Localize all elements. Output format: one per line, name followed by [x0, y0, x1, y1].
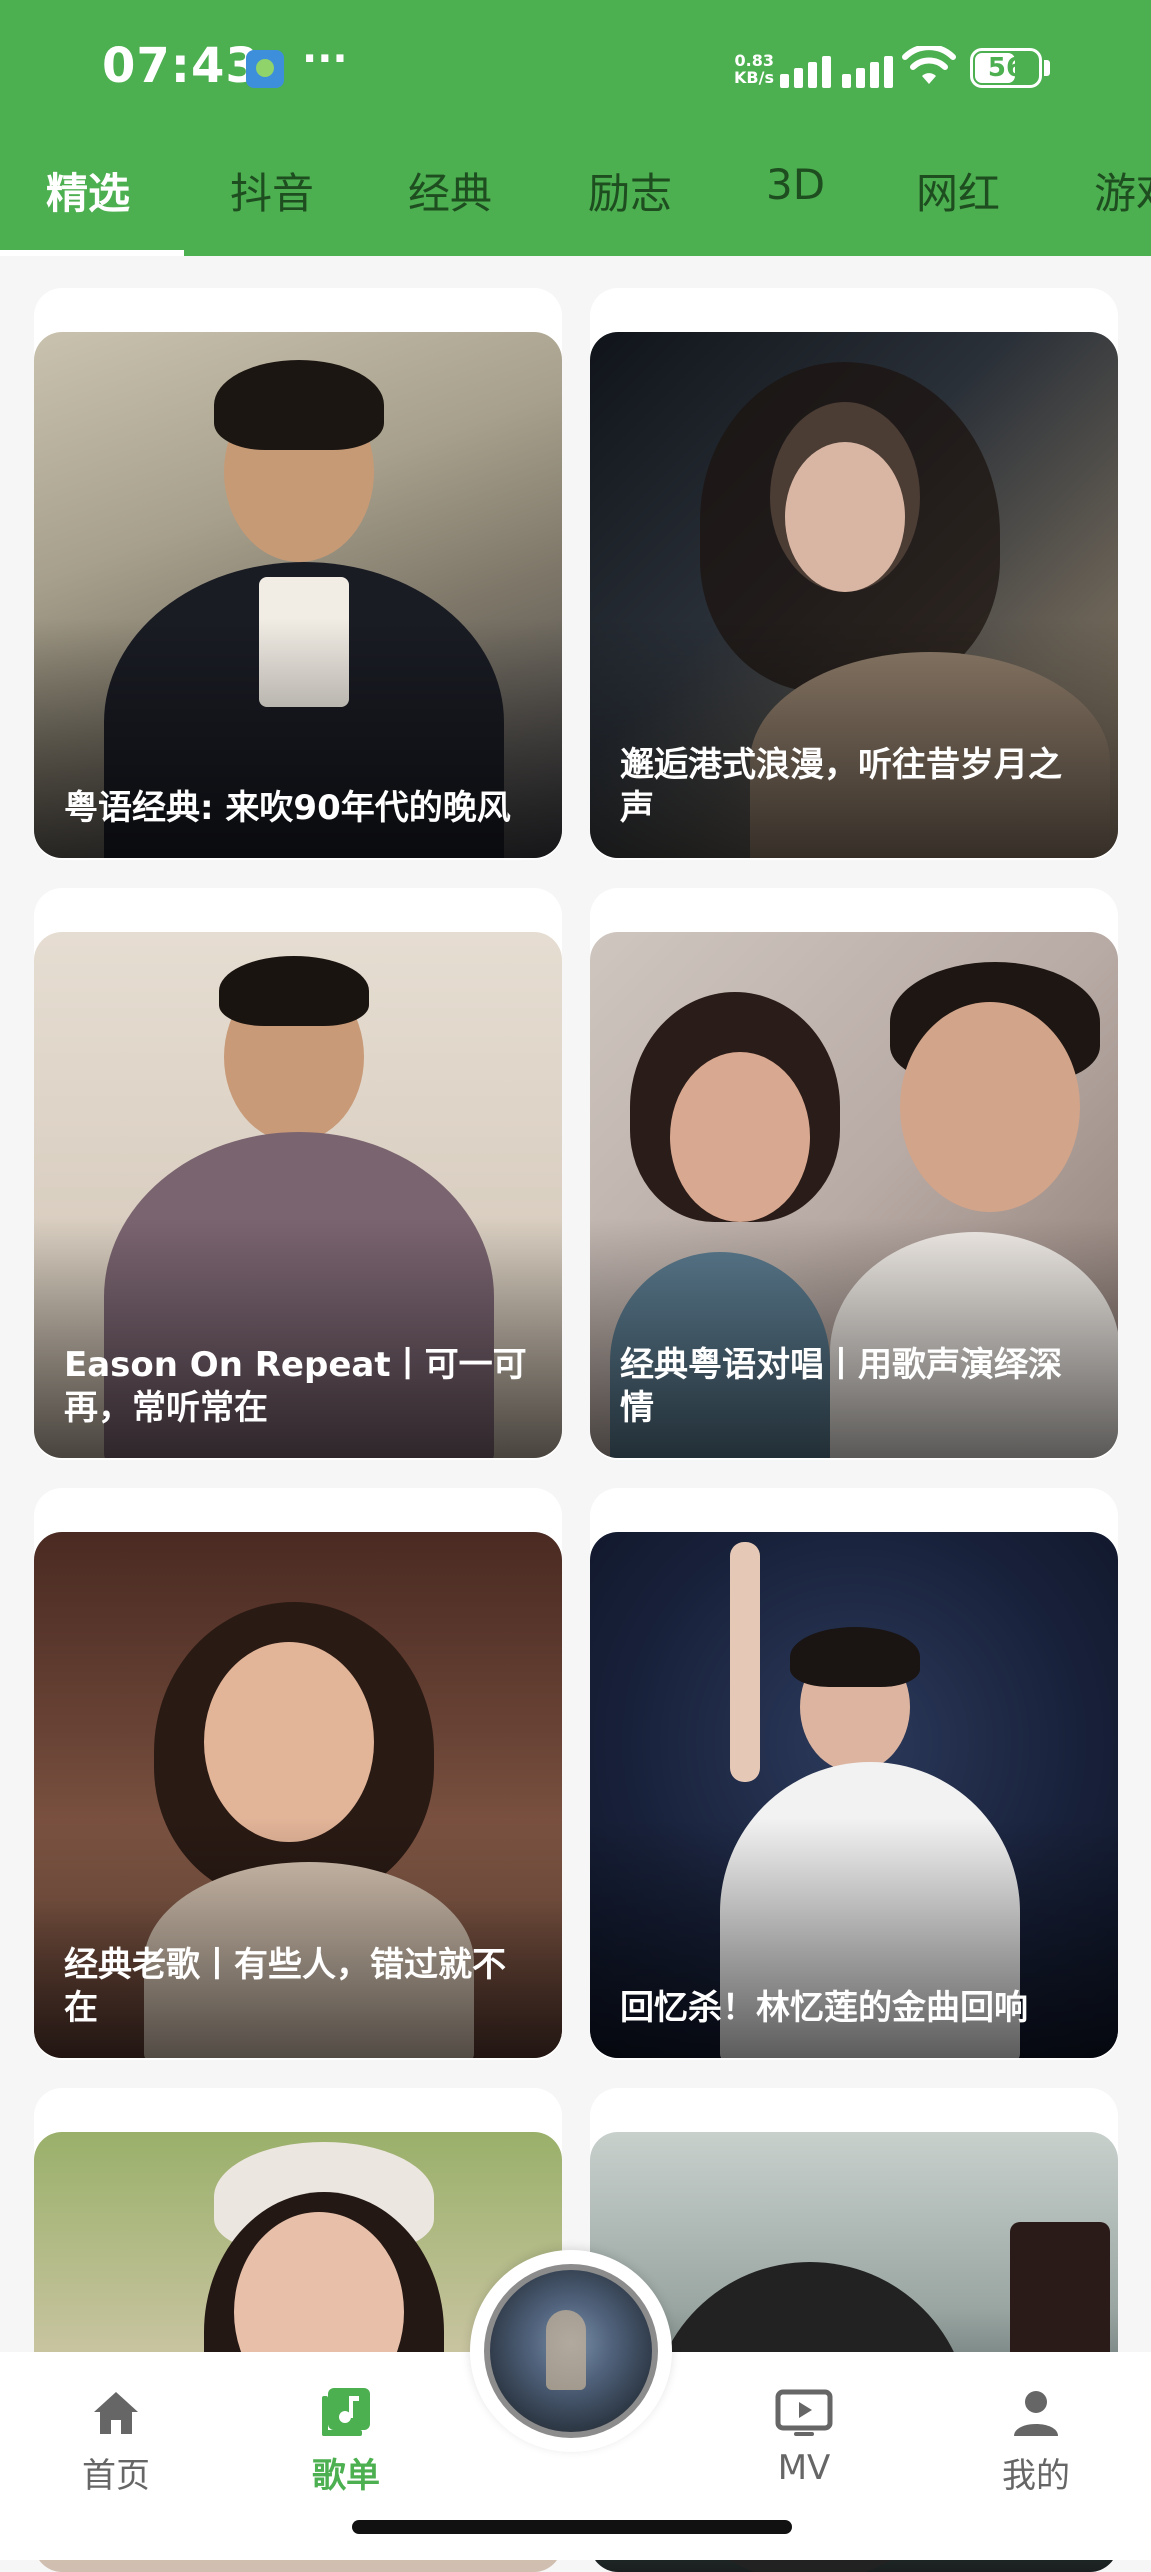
tab-3d[interactable]: 3D [766, 160, 825, 209]
home-icon [94, 2392, 138, 2434]
playlist-title: 经典老歌丨有些人，错过就不在 [64, 1945, 506, 2028]
tab-featured[interactable]: 精选 [46, 160, 130, 221]
active-tab-indicator [0, 250, 184, 256]
tab-douyin[interactable]: 抖音 [230, 160, 314, 221]
playlist-cover: 经典老歌丨有些人，错过就不在 [34, 1532, 562, 2058]
network-speed-value: 0.83 [734, 51, 774, 70]
nav-mv-label: MV [777, 2448, 831, 2488]
now-playing-button[interactable] [470, 2250, 672, 2452]
nav-playlist[interactable]: 歌单 [276, 2382, 416, 2497]
nav-me-label: 我的 [1002, 2456, 1070, 2496]
home-indicator[interactable] [352, 2520, 792, 2534]
playlist-card[interactable]: 邂逅港式浪漫，听往昔岁月之声 [590, 288, 1118, 860]
playlist-cover: 粤语经典: 来吹90年代的晚风 [34, 332, 562, 858]
music-playlist-icon [322, 2388, 370, 2436]
cellular-signal-icon [780, 50, 893, 88]
nav-playlist-label: 歌单 [312, 2456, 380, 2496]
playlist-card[interactable]: 回忆杀！林忆莲的金曲回响 [590, 1488, 1118, 2060]
user-icon [1014, 2391, 1058, 2436]
nav-home-label: 首页 [82, 2456, 150, 2496]
playlist-title: 邂逅港式浪漫，听往昔岁月之声 [620, 745, 1062, 828]
playlist-card[interactable]: 粤语经典: 来吹90年代的晚风 [34, 288, 562, 860]
playlist-card[interactable]: 经典粤语对唱丨用歌声演绎深情 [590, 888, 1118, 1460]
playlist-title: 经典粤语对唱丨用歌声演绎深情 [620, 1345, 1062, 1428]
playlist-title: Eason On Repeat丨可一可再，常听常在 [64, 1345, 527, 1428]
battery-level: 56 [987, 53, 1025, 83]
playlist-cover: 邂逅港式浪漫，听往昔岁月之声 [590, 332, 1118, 858]
now-playing-disc [484, 2264, 658, 2438]
category-tabs: 精选 抖音 经典 励志 3D 网红 游戏 [0, 150, 1151, 256]
playlist-cover: 回忆杀！林忆莲的金曲回响 [590, 1532, 1118, 2058]
tab-games[interactable]: 游戏 [1094, 160, 1151, 221]
app-notification-icon [246, 50, 284, 88]
tab-influencer[interactable]: 网红 [916, 160, 1000, 221]
nav-me[interactable]: 我的 [966, 2382, 1106, 2497]
playlist-title: 回忆杀！林忆莲的金曲回响 [620, 1988, 1028, 2028]
battery-icon: 56 [970, 48, 1042, 88]
playlist-cover: Eason On Repeat丨可一可再，常听常在 [34, 932, 562, 1458]
tab-classic[interactable]: 经典 [408, 160, 492, 221]
tab-inspirational[interactable]: 励志 [588, 160, 672, 221]
playlist-title: 粤语经典: 来吹90年代的晚风 [64, 788, 511, 828]
playlist-card[interactable]: Eason On Repeat丨可一可再，常听常在 [34, 888, 562, 1460]
network-speed: 0.83 KB/s [722, 52, 774, 86]
more-notifications-icon: ··· [302, 36, 348, 82]
status-time: 07:43 [102, 38, 260, 94]
video-icon [775, 2389, 833, 2436]
wifi-icon [902, 46, 956, 84]
playlist-card[interactable]: 经典老歌丨有些人，错过就不在 [34, 1488, 562, 2060]
status-bar: 07:43 ··· 0.83 KB/s 56 [0, 0, 1151, 140]
battery-tip [1044, 60, 1050, 76]
nav-mv[interactable]: MV [734, 2382, 874, 2488]
playlist-cover: 经典粤语对唱丨用歌声演绎深情 [590, 932, 1118, 1458]
network-speed-unit: KB/s [734, 68, 774, 87]
nav-home[interactable]: 首页 [46, 2382, 186, 2497]
top-header: 07:43 ··· 0.83 KB/s 56 精选 抖音 经典 励志 3D 网红… [0, 0, 1151, 256]
